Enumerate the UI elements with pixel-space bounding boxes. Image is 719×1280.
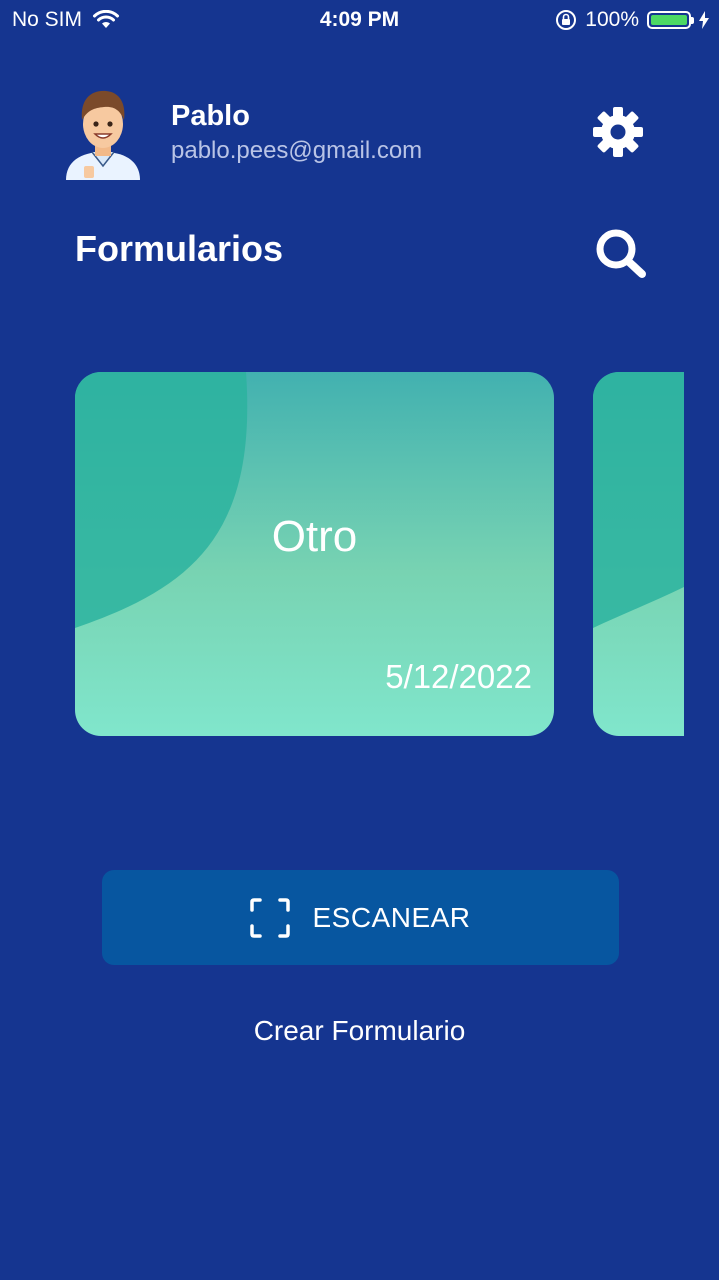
card-date: 5/12/2022	[385, 658, 532, 695]
status-bar: No SIM 4:09 PM 100%	[0, 0, 719, 40]
gear-icon[interactable]	[592, 106, 644, 158]
scan-button-label: ESCANEAR	[312, 901, 471, 933]
scan-icon	[250, 897, 291, 938]
card-title: Otro	[271, 512, 358, 561]
battery-icon	[647, 11, 694, 29]
card-decoration	[593, 372, 684, 628]
scan-button[interactable]: ESCANEAR	[102, 870, 619, 965]
form-card[interactable]: Otro 5/12/2022	[75, 372, 554, 736]
orientation-lock-icon	[556, 10, 577, 30]
user-name: Pablo	[171, 100, 250, 132]
charging-icon	[699, 11, 709, 29]
status-right: 100%	[555, 8, 709, 32]
create-form-link[interactable]: Crear Formulario	[0, 1015, 719, 1047]
page-title: Formularios	[75, 228, 284, 269]
user-email: pablo.pees@gmail.com	[171, 137, 423, 164]
search-icon[interactable]	[594, 228, 648, 278]
avatar[interactable]	[62, 82, 144, 180]
form-card-next[interactable]	[593, 372, 684, 736]
battery-percent: 100%	[585, 8, 639, 31]
